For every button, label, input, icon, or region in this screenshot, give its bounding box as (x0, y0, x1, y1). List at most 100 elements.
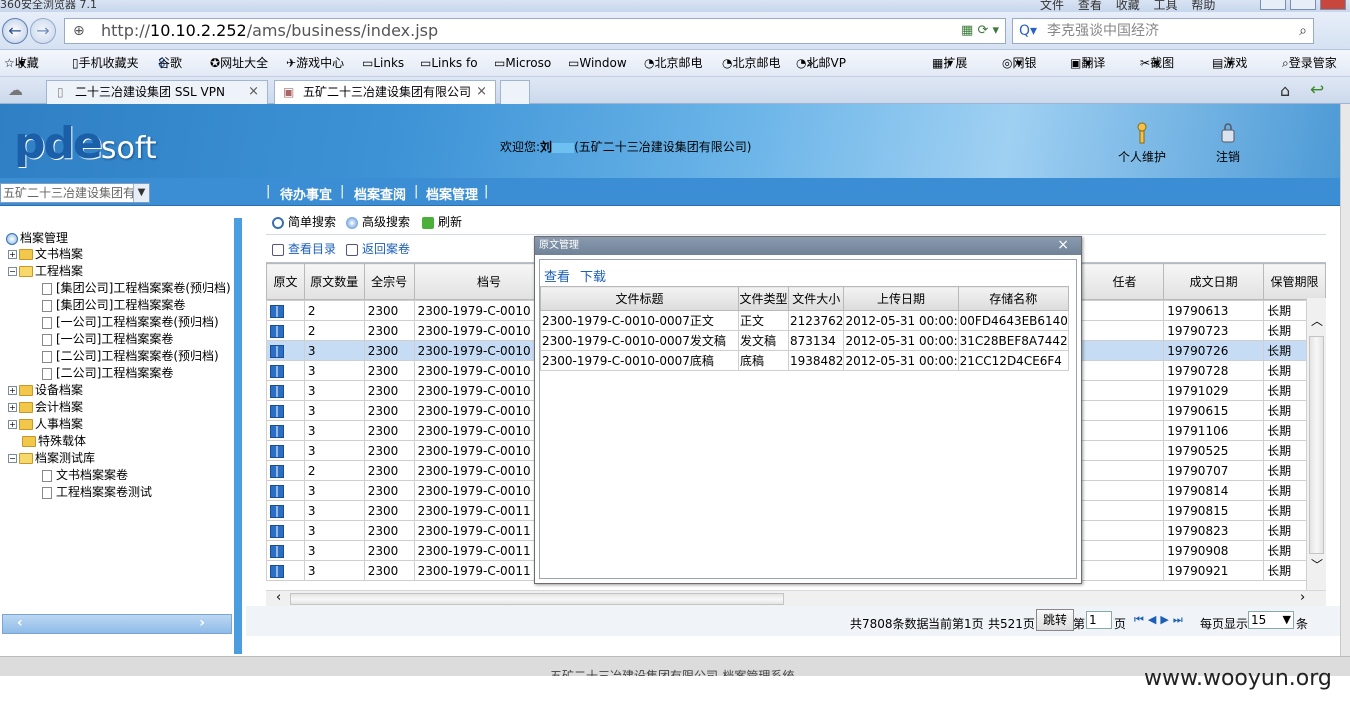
original-icon-cell[interactable] (266, 560, 305, 581)
tree-root[interactable]: 档案管理 (6, 230, 68, 247)
menu-favorites[interactable]: 收藏 (1116, 0, 1140, 12)
original-icon-cell[interactable] (266, 400, 305, 421)
menu-help[interactable]: 帮助 (1191, 0, 1215, 12)
original-icon-cell[interactable] (266, 320, 305, 341)
original-icon-cell[interactable] (266, 480, 305, 501)
bookmark-buptvp[interactable]: ◔ 北邮VP » (796, 50, 846, 76)
book-icon[interactable] (270, 404, 284, 418)
bookmark-microso[interactable]: ▭ Microso (494, 50, 551, 76)
book-icon[interactable] (270, 384, 284, 398)
grid-vertical-scrollbar[interactable]: ︿ ﹀ (1306, 298, 1326, 590)
grid-horizontal-scrollbar[interactable]: ‹ › (266, 590, 1326, 606)
expand-icon[interactable]: + (8, 386, 17, 395)
tab-ssl-vpn[interactable]: ▯ 二十三冶建设集团 SSL VPN × (46, 80, 268, 104)
col-original-count[interactable]: 原文数量 (303, 263, 365, 300)
original-icon-cell[interactable] (266, 540, 305, 561)
page-number-input[interactable]: 1 (1086, 611, 1112, 629)
collapse-icon[interactable]: − (8, 454, 17, 463)
ext-expand[interactable]: ▦ 扩展 ▾ (932, 50, 967, 76)
tree-node-testlib[interactable]: − 档案测试库 (8, 450, 95, 467)
forward-button[interactable]: → (30, 18, 56, 44)
maximize-button[interactable] (1290, 0, 1316, 10)
advanced-search-button[interactable]: 高级搜索 (346, 213, 410, 230)
original-icon-cell[interactable] (266, 360, 305, 381)
scroll-left-icon[interactable]: ‹ (276, 590, 281, 605)
tree-leaf[interactable]: [二公司]工程档案案卷 (42, 365, 173, 382)
col-original[interactable]: 原文 (266, 263, 305, 300)
book-icon[interactable] (270, 304, 284, 318)
logout-button[interactable]: 注销 (1216, 122, 1240, 165)
tab-close-icon[interactable]: × (476, 81, 487, 103)
ext-bank[interactable]: ◎ 网银 ▾ (1002, 50, 1037, 76)
tree-leaf[interactable]: [一公司]工程档案案卷 (42, 331, 173, 348)
expand-icon[interactable]: + (8, 250, 17, 259)
menu-view[interactable]: 查看 (1078, 0, 1102, 12)
expand-icon[interactable]: + (8, 403, 17, 412)
tree-leaf[interactable]: 工程档案案卷测试 (42, 484, 152, 501)
tree-node-personnel[interactable]: + 人事档案 (8, 416, 83, 433)
nav-archive-manage[interactable]: 档案管理 (426, 184, 478, 203)
original-icon-cell[interactable] (266, 300, 305, 321)
search-engine-icon[interactable]: Q▾ (1019, 19, 1037, 43)
tree-node-accounting[interactable]: + 会计档案 (8, 399, 83, 416)
ext-translate[interactable]: ▣ 翻译 ▾ (1070, 50, 1105, 76)
tree-node-equipment[interactable]: + 设备档案 (8, 382, 83, 399)
col-term[interactable]: 保管期限 (1263, 263, 1326, 300)
original-icon-cell[interactable] (266, 520, 305, 541)
expand-icon[interactable]: + (8, 420, 17, 429)
bookmark-games[interactable]: ✈ 游戏中心 (286, 50, 344, 76)
address-tools-icon[interactable]: ▦ ⟳ ▾ (961, 19, 999, 43)
bookmark-favorites[interactable]: ☆ 收藏 ▾ (4, 50, 39, 76)
scroll-thumb[interactable] (1309, 336, 1324, 554)
tab-archive-system[interactable]: ▣ 五矿二十三冶建设集团有限公司 × (274, 80, 496, 104)
book-icon[interactable] (270, 504, 284, 518)
back-button[interactable]: ← (2, 18, 28, 44)
col-upload-date[interactable]: 上传日期 (843, 286, 959, 311)
tree-leaf[interactable]: [二公司]工程档案案卷(预归档) (42, 348, 219, 365)
file-row[interactable]: 2300-1979-C-0010-0007正文 正文 2123762 2012-05-… (540, 310, 1069, 331)
new-tab-button[interactable] (500, 80, 530, 104)
nav-todo[interactable]: 待办事宜 (280, 184, 332, 203)
original-icon-cell[interactable] (266, 500, 305, 521)
book-icon[interactable] (270, 364, 284, 378)
close-icon[interactable]: × (1057, 237, 1069, 254)
file-row[interactable]: 2300-1979-C-0010-0007底稿 底稿 1938482 2012-05-… (540, 350, 1069, 371)
cloud-icon[interactable]: ☁ (8, 81, 23, 99)
bookmark-links[interactable]: ▭ Links (362, 50, 404, 76)
collapse-icon[interactable]: − (8, 267, 17, 276)
bookmark-window[interactable]: ▭ Window (568, 50, 627, 76)
scroll-left-icon[interactable]: ‹ (17, 615, 23, 631)
book-icon[interactable] (270, 424, 284, 438)
tree-leaf[interactable]: 文书档案案卷 (42, 467, 128, 484)
original-icon-cell[interactable] (266, 440, 305, 461)
view-catalog-link[interactable]: 查看目录 (272, 240, 336, 257)
scroll-thumb[interactable] (290, 593, 784, 605)
col-fonds[interactable]: 全宗号 (363, 263, 415, 300)
nav-archive-browse[interactable]: 档案查阅 (354, 184, 406, 203)
file-row[interactable]: 2300-1979-C-0010-0007发文稿 发文稿 873134 2012-05… (540, 330, 1069, 351)
bookmark-nav[interactable]: ✪ 网址大全 (210, 50, 268, 76)
page-scrollbar[interactable] (1340, 104, 1350, 656)
col-file-title[interactable]: 文件标题 (540, 286, 739, 311)
simple-search-button[interactable]: 简单搜索 (272, 213, 336, 230)
undo-icon[interactable]: ↩ (1310, 80, 1324, 100)
col-date[interactable]: 成文日期 (1163, 263, 1265, 300)
browser-menu[interactable]: 文件 查看 收藏 工具 帮助 (1040, 0, 1215, 12)
book-icon[interactable] (270, 524, 284, 538)
tree-node-document[interactable]: + 文书档案 (8, 246, 83, 263)
profile-button[interactable]: 个人维护 (1118, 122, 1166, 165)
book-icon[interactable] (270, 564, 284, 578)
ext-screenshot[interactable]: ✂ 截图 ▾ (1140, 50, 1174, 76)
book-icon[interactable] (270, 444, 284, 458)
org-select[interactable]: 五矿二十三冶建设集团有 ▼ (0, 183, 150, 203)
dialog-title-bar[interactable]: 原文管理 × (535, 237, 1081, 255)
bookmark-linksfo[interactable]: ▭ Links fo (420, 50, 478, 76)
tree-scrollbar[interactable]: ‹ › (2, 614, 232, 634)
original-icon-cell[interactable] (266, 380, 305, 401)
page-size-select[interactable]: 15 ▼ (1248, 611, 1294, 629)
original-icon-cell[interactable] (266, 460, 305, 481)
tree-node-engineering[interactable]: − 工程档案 (8, 263, 83, 280)
search-icon[interactable]: ⌕ (1299, 19, 1307, 43)
tab-close-icon[interactable]: × (248, 81, 259, 103)
scroll-right-icon[interactable]: › (199, 615, 205, 631)
